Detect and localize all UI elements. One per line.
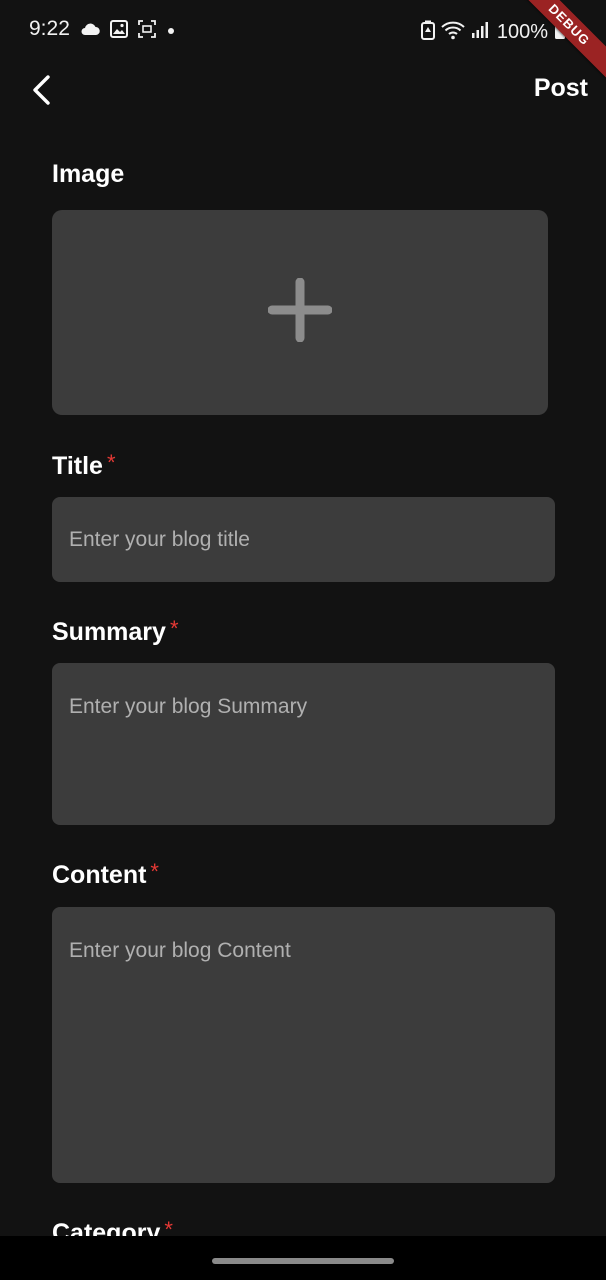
content-input[interactable]: Enter your blog Content: [52, 907, 555, 1183]
image-picker[interactable]: [52, 210, 548, 415]
battery-saver-icon: [420, 20, 435, 45]
content-section-label: Content *: [52, 859, 159, 890]
summary-section-label: Summary *: [52, 616, 179, 647]
summary-placeholder: Enter your blog Summary: [69, 695, 308, 718]
category-clip: Category *: [0, 1200, 606, 1236]
screenshot-icon: [138, 20, 156, 43]
dot-icon: [166, 23, 176, 41]
cloud-icon: [80, 22, 100, 41]
image-section-label: Image: [52, 160, 124, 189]
image-label-text: Image: [52, 160, 125, 188]
category-label-text: Category: [52, 1219, 161, 1236]
content-label-text: Content: [52, 861, 147, 889]
status-bar: 9:22 100% DEBUG: [0, 0, 606, 86]
category-section-label: Category *: [52, 1217, 173, 1236]
title-section-label: Title *: [52, 450, 116, 481]
required-mark: *: [169, 616, 179, 641]
wifi-icon: [441, 20, 465, 45]
system-navigation-bar: [0, 1236, 606, 1280]
home-gesture-handle[interactable]: [212, 1258, 394, 1264]
required-mark: *: [164, 1217, 173, 1236]
title-input[interactable]: Enter your blog title: [52, 497, 555, 582]
status-right-icons: 100%: [420, 20, 566, 45]
create-post-screen: 9:22 100% DEBUG Post Image Title * Enter…: [0, 0, 606, 1280]
summary-input[interactable]: Enter your blog Summary: [52, 663, 555, 825]
plus-icon: [267, 277, 333, 347]
content-placeholder: Enter your blog Content: [69, 939, 291, 962]
back-button[interactable]: [20, 70, 64, 114]
chevron-left-icon: [30, 74, 54, 110]
title-label-text: Title: [52, 452, 103, 480]
post-button[interactable]: Post: [534, 74, 588, 103]
battery-percentage: 100%: [496, 21, 548, 43]
required-mark: *: [150, 859, 159, 884]
status-time: 9:22: [29, 17, 70, 40]
image-icon: [110, 20, 128, 43]
status-left-icons: [80, 20, 176, 43]
summary-label-text: Summary: [52, 618, 166, 646]
title-placeholder: Enter your blog title: [69, 527, 250, 551]
signal-icon: [471, 21, 489, 44]
required-mark: *: [106, 450, 116, 475]
